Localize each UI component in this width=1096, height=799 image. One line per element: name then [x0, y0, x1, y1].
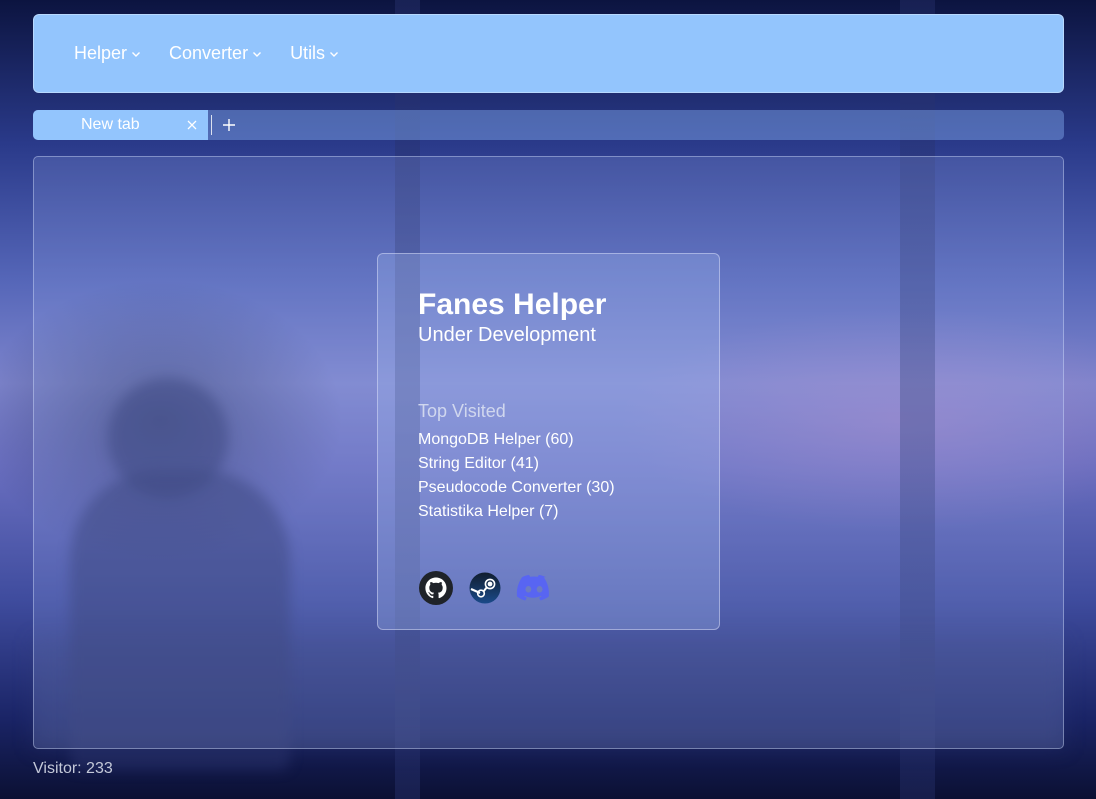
tab-divider — [211, 115, 212, 135]
top-navbar: Helper Converter Utils — [33, 14, 1064, 93]
discord-icon — [516, 574, 549, 601]
page-title: Fanes Helper — [418, 288, 607, 321]
nav-menu-converter[interactable]: Converter — [169, 43, 262, 64]
list-item[interactable]: MongoDB Helper (60) — [418, 428, 679, 452]
social-links — [418, 570, 552, 606]
welcome-card: Fanes Helper Under Development Top Visit… — [377, 253, 720, 630]
nav-menu-helper[interactable]: Helper — [74, 43, 141, 64]
nav-menu-label: Converter — [169, 43, 249, 63]
list-item[interactable]: Pseudocode Converter (30) — [418, 476, 679, 500]
tab-new-tab[interactable]: New tab — [33, 110, 208, 140]
top-visited-list: MongoDB Helper (60) String Editor (41) P… — [418, 428, 679, 524]
nav-menu-label: Utils — [290, 43, 326, 63]
nav-menu-label: Helper — [74, 43, 128, 63]
discord-link[interactable] — [516, 570, 552, 606]
github-icon — [419, 571, 453, 605]
top-visited-heading: Top Visited — [418, 401, 506, 421]
close-icon[interactable] — [186, 119, 198, 131]
visitor-counter: Visitor: 233 — [33, 760, 113, 777]
page-subtitle: Under Development — [418, 324, 596, 346]
github-link[interactable] — [418, 570, 454, 606]
chevron-down-icon — [330, 51, 339, 57]
chevron-down-icon — [132, 51, 141, 57]
chevron-down-icon — [253, 51, 262, 57]
plus-icon[interactable] — [222, 118, 236, 132]
tab-bar: New tab — [33, 110, 1064, 140]
list-item[interactable]: String Editor (41) — [418, 452, 679, 476]
nav-menu-utils[interactable]: Utils — [290, 43, 339, 64]
steam-icon — [469, 572, 501, 604]
list-item[interactable]: Statistika Helper (7) — [418, 500, 679, 524]
tab-label: New tab — [81, 116, 140, 133]
steam-link[interactable] — [467, 570, 503, 606]
